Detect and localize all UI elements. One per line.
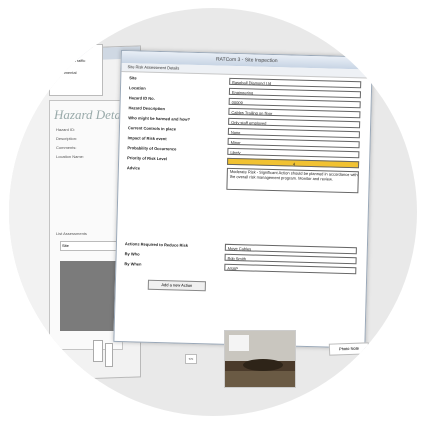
list-assessments-label: List Assessments <box>56 231 87 236</box>
form-label: Hazard Description <box>128 105 165 112</box>
risk-assessment-window: RATCom 3 - Site Inspection Site Risk Ass… <box>113 50 373 349</box>
screenshot-viewport: Hazard List Site/Location Construction T… <box>9 8 417 416</box>
form-label: Impact of Risk event <box>127 135 167 142</box>
empty-list-area <box>60 261 122 331</box>
form-label: Priority of Risk Level <box>127 155 168 162</box>
form-label: Location <box>128 85 146 91</box>
hazard-description-field[interactable]: Cables Trailing on floor <box>228 107 361 119</box>
form-label: Site <box>129 75 137 81</box>
room-photo <box>224 330 296 388</box>
form-label: Hazard ID No. <box>128 95 155 101</box>
list-assessments-field[interactable]: Site <box>60 241 122 251</box>
site-field[interactable]: Baseball Diamond Ltd <box>229 77 362 89</box>
form-label: Advice <box>126 165 141 171</box>
form-label: Who might be harmed and how? <box>128 115 191 122</box>
panel-header: Hazard Details <box>54 107 134 122</box>
impact-field[interactable]: Minor <box>227 137 360 149</box>
hazard-tree[interactable]: Hazard List Site/Location Construction T… <box>49 44 103 96</box>
form-label: By Who <box>124 251 140 257</box>
comments-label: Comments: <box>56 145 77 150</box>
location-field[interactable]: Engineering <box>228 87 362 99</box>
form-label: By When <box>124 261 142 267</box>
form-label: Actions Required to Reduce Risk <box>124 241 189 248</box>
actions-required-field[interactable]: Move Cables <box>224 243 357 255</box>
by-who-field[interactable]: Bob Smith <box>224 253 357 265</box>
hazard-id-field[interactable]: 00009 <box>228 97 361 109</box>
who-harmed-field[interactable]: Only staff employed <box>228 117 361 129</box>
add-action-button[interactable]: Add a new Action <box>147 279 206 292</box>
probability-field[interactable]: Likely <box>227 147 360 159</box>
prev-button[interactable]: << <box>185 354 197 364</box>
scroll-tab[interactable] <box>93 340 103 362</box>
advice-field: Moderate Risk - Significant Action shoul… <box>226 167 359 194</box>
hazard-details-panel: Hazard Details Hazard ID: Description: C… <box>49 100 134 350</box>
hazard-id-label: Hazard ID: <box>56 127 76 132</box>
form-label: Probability of Occurrence <box>127 145 177 152</box>
photo-note-button[interactable]: Photo Note <box>328 342 370 356</box>
description-label: Description: <box>56 136 78 141</box>
by-when-field[interactable]: ASAP <box>224 263 357 275</box>
tree-item[interactable]: Environmental <box>51 70 101 76</box>
current-controls-field[interactable]: None <box>227 127 360 139</box>
scroll-tab[interactable] <box>105 343 113 367</box>
priority-field: 4 <box>227 157 360 169</box>
location-label: Location Name: <box>56 154 85 159</box>
form-label: Current Controls in place <box>127 125 177 132</box>
